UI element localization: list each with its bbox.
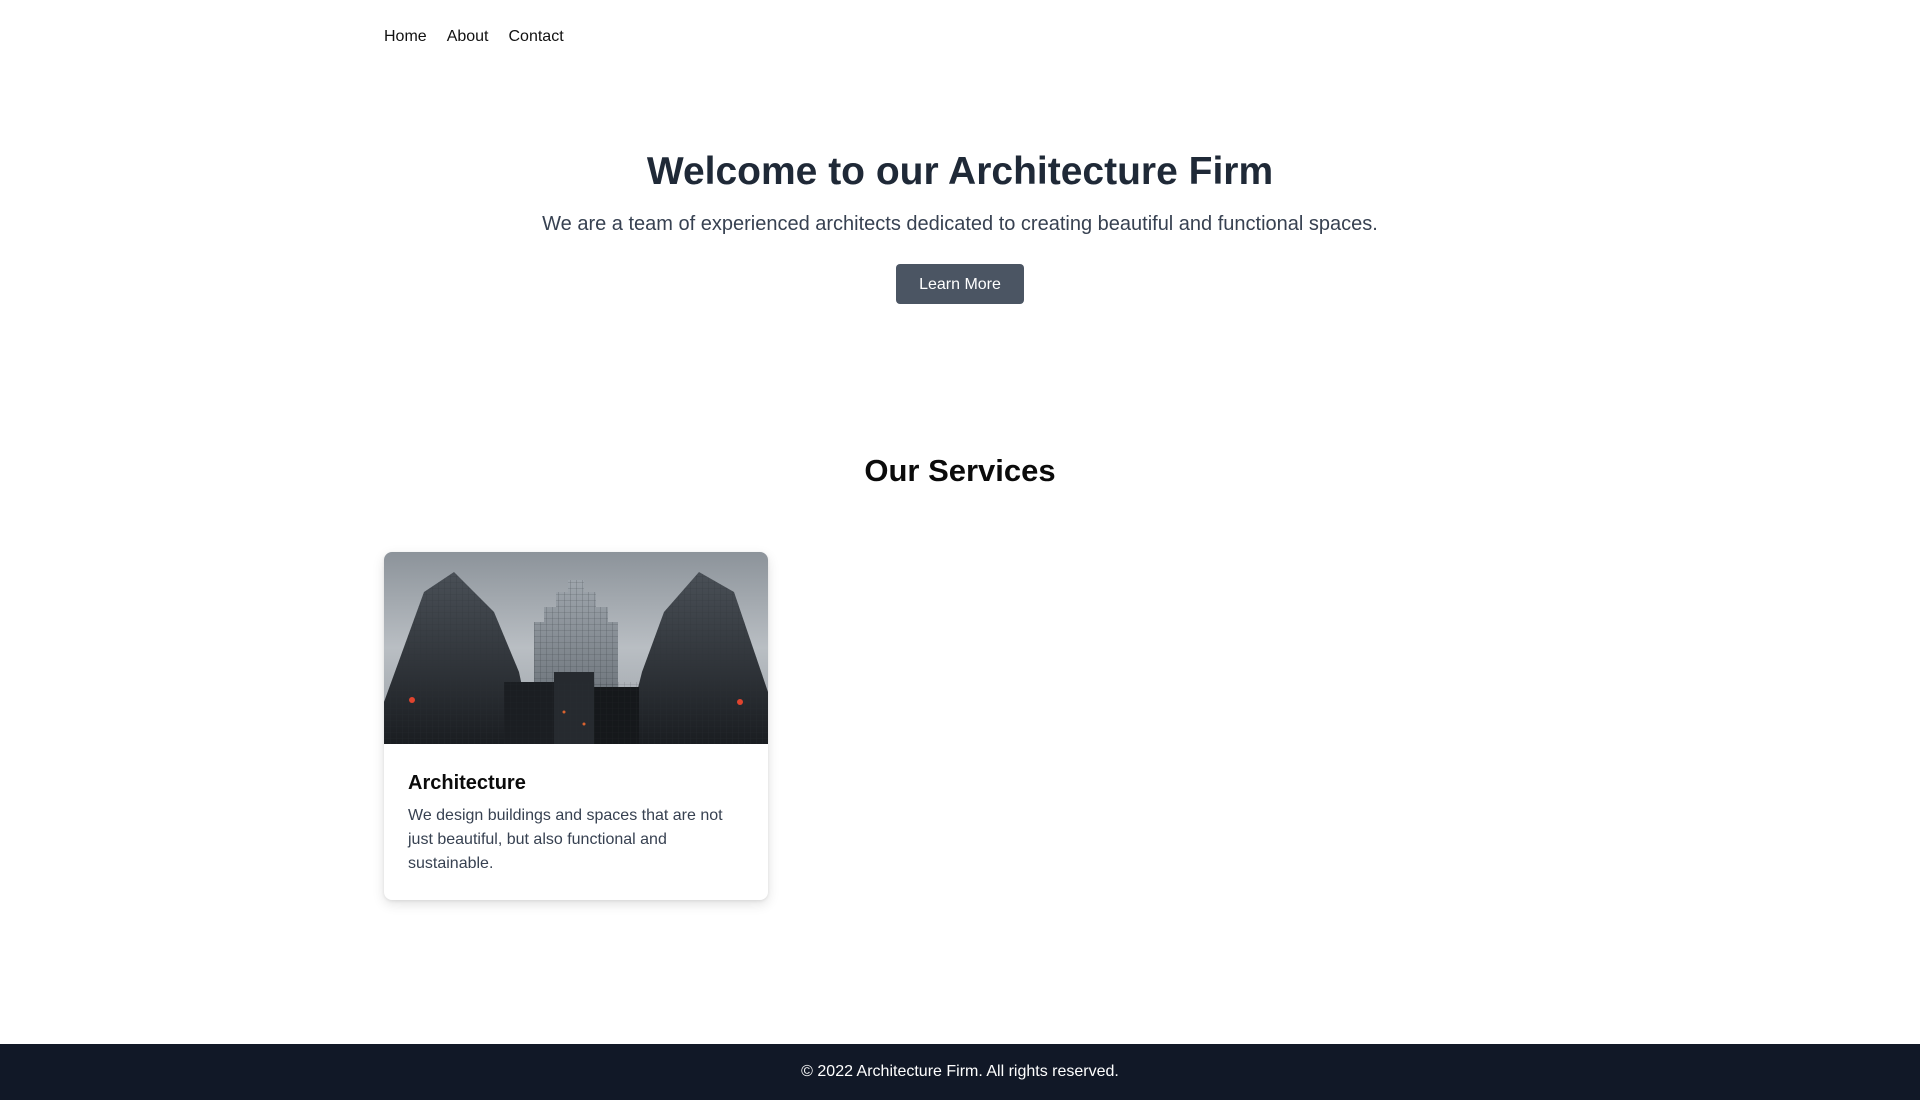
service-card-architecture: Architecture We design buildings and spa… — [384, 552, 768, 900]
learn-more-button[interactable]: Learn More — [896, 264, 1024, 304]
top-nav: Home About Contact — [384, 26, 564, 48]
footer-copyright: © 2022 Architecture Firm. All rights res… — [801, 1063, 1119, 1080]
services-title: Our Services — [864, 453, 1056, 488]
nav-link-about[interactable]: About — [447, 26, 489, 48]
hero-section: Welcome to our Architecture Firm We are … — [0, 146, 1920, 304]
card-body: Architecture We design buildings and spa… — [384, 744, 768, 876]
card-description: We design buildings and spaces that are … — [408, 807, 723, 872]
nav-link-contact[interactable]: Contact — [509, 26, 564, 48]
footer: © 2022 Architecture Firm. All rights res… — [0, 1044, 1920, 1100]
hero-subtitle: We are a team of experienced architects … — [542, 213, 1378, 235]
page: Home About Contact Welcome to our Archit… — [0, 0, 1920, 1100]
card-title: Architecture — [408, 772, 526, 794]
hero-title: Welcome to our Architecture Firm — [646, 150, 1274, 193]
skyscrapers-image — [384, 552, 768, 744]
nav-link-home[interactable]: Home — [384, 26, 427, 48]
